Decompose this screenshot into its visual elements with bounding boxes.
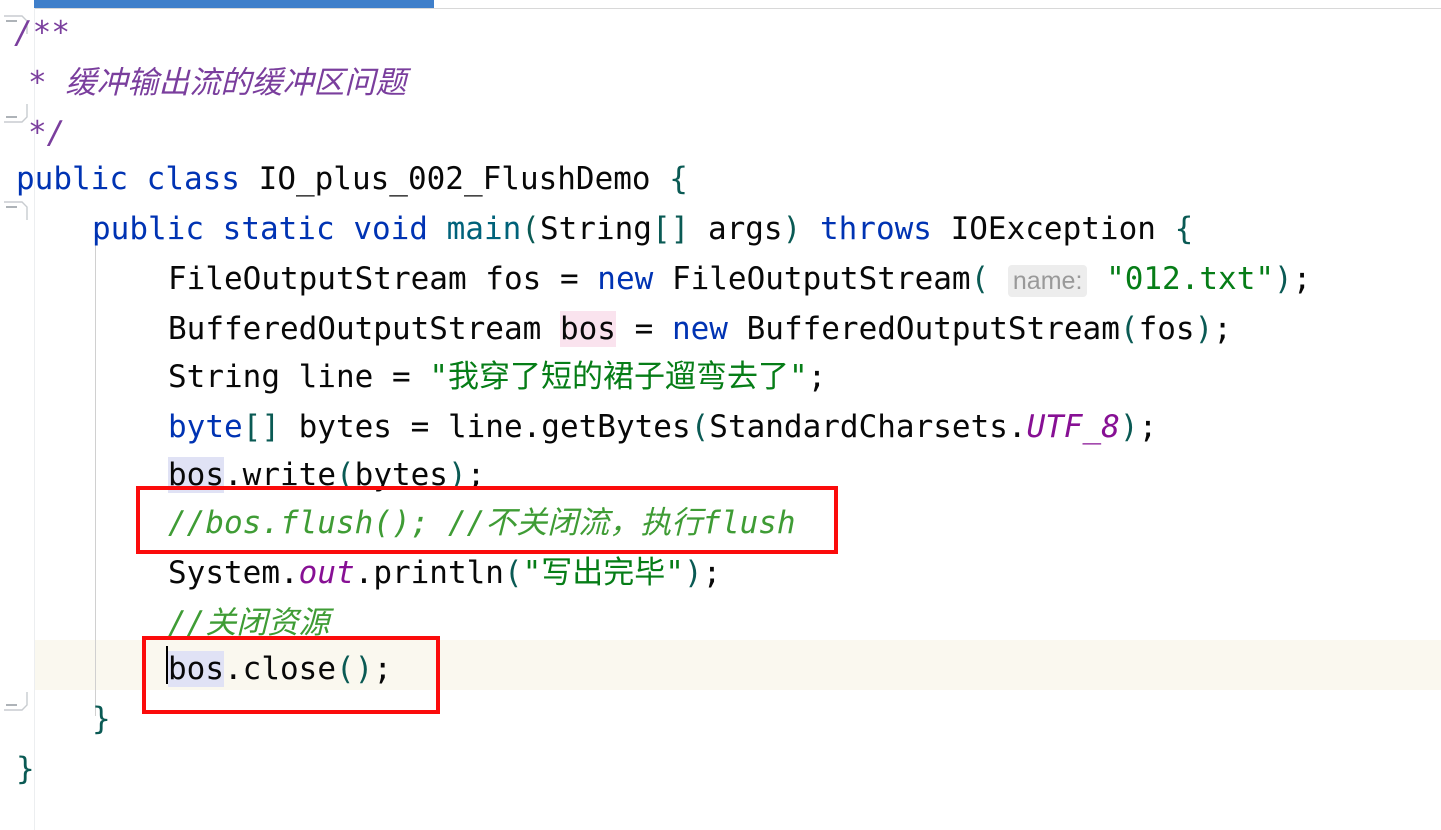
code-token-plain: String line xyxy=(168,359,392,395)
identifier-write-highlight: bos xyxy=(559,311,616,347)
code-token-plain: ; xyxy=(1138,409,1158,445)
code-token-brace: [] xyxy=(242,409,280,445)
code-token-plain: FileOutputStream fos xyxy=(168,261,560,297)
code-token-brace: ( xyxy=(970,261,990,297)
code-token-str: "012.txt" xyxy=(1106,261,1275,297)
code-token-doc: */ xyxy=(28,115,66,151)
code-token-str: "写出完毕" xyxy=(522,555,684,591)
line-string-literal[interactable]: String line = "我穿了短的裙子遛弯去了"; xyxy=(0,352,826,402)
line-method-close-brace[interactable]: } xyxy=(0,694,111,744)
line-javadoc-text[interactable]: * 缓冲输出流的缓冲区问题 xyxy=(0,58,406,108)
code-token-method: main xyxy=(446,211,522,247)
code-token-brace: ) xyxy=(1194,311,1214,347)
code-token-brace: ) xyxy=(683,555,703,591)
line-javadoc-open[interactable]: /** xyxy=(0,8,70,58)
code-token-plain: System. xyxy=(168,555,299,591)
line-javadoc-close[interactable]: */ xyxy=(0,108,65,158)
line-class-declaration[interactable]: public class IO_plus_002_FlushDemo { xyxy=(0,154,688,204)
code-token-doc: * xyxy=(28,65,66,101)
line-fileoutputstream[interactable]: FileOutputStream fos = new FileOutputStr… xyxy=(0,254,1311,304)
code-token-kw: byte xyxy=(168,409,243,445)
code-token-brace: ( xyxy=(503,555,523,591)
code-token-plain: line.getBytes xyxy=(429,409,691,445)
code-token-static: UTF_8 xyxy=(1026,409,1120,445)
code-token-brace: ) xyxy=(1119,409,1139,445)
code-token-doc: 缓冲输出流的缓冲区问题 xyxy=(65,65,407,101)
line-main-signature[interactable]: public static void main(String[] args) t… xyxy=(0,204,1193,254)
code-token-plain: BufferedOutputStream xyxy=(727,311,1120,347)
code-token-plain: fos xyxy=(1138,311,1195,347)
code-token-kw: class xyxy=(146,161,240,197)
parameter-name-hint: name: xyxy=(1007,265,1088,297)
code-token-kw: static xyxy=(222,211,335,247)
code-token-plain: ; xyxy=(1213,311,1232,347)
code-token-plain: StandardCharsets. xyxy=(709,409,1027,445)
code-token-brace: ( xyxy=(690,409,710,445)
code-token-brace: } xyxy=(92,701,111,737)
code-token-plain: BufferedOutputStream xyxy=(168,311,560,347)
code-token-plain: IO_plus_002_FlushDemo xyxy=(258,161,651,197)
code-token-plain: ; xyxy=(702,555,722,591)
annotation-box-close-line xyxy=(142,636,440,714)
code-token-brace: { xyxy=(669,161,688,197)
code-token-brace: ) xyxy=(782,211,802,247)
code-token-plain: .println xyxy=(354,555,504,591)
line-println[interactable]: System.out.println("写出完毕"); xyxy=(0,548,721,598)
code-token-kw: new xyxy=(671,311,728,347)
code-token-brace: { xyxy=(1174,211,1194,247)
code-token-kw: public xyxy=(16,161,128,197)
code-token-plain: = xyxy=(634,311,654,347)
code-token-brace: } xyxy=(16,751,35,787)
line-bufferedoutputstream[interactable]: BufferedOutputStream bos = new BufferedO… xyxy=(0,304,1232,354)
code-token-static: out xyxy=(298,555,355,591)
code-token-plain: args xyxy=(689,211,783,247)
code-editor-pane[interactable]: /** * 缓冲输出流的缓冲区问题 */public class IO_plus_0… xyxy=(0,0,1441,830)
code-token-kw: throws xyxy=(819,211,932,247)
annotation-box-flush-line xyxy=(136,486,838,554)
code-token-plain: bytes xyxy=(279,409,411,445)
code-token-kw: void xyxy=(353,211,428,247)
code-token-kw: new xyxy=(597,261,654,297)
line-class-close-brace[interactable]: } xyxy=(0,744,35,794)
code-token-brace: [] xyxy=(651,211,690,247)
line-getbytes[interactable]: byte[] bytes = line.getBytes(StandardCha… xyxy=(0,402,1157,452)
code-token-plain: FileOutputStream xyxy=(653,261,971,297)
code-token-kw: public xyxy=(92,211,204,247)
code-token-plain: ; xyxy=(807,359,827,395)
code-token-plain: String xyxy=(539,211,652,247)
code-token-plain: IOException xyxy=(931,211,1175,247)
active-tab-accent-bar xyxy=(34,0,434,8)
code-token-plain: ; xyxy=(1292,261,1312,297)
code-token-doc: /** xyxy=(14,15,70,51)
code-token-brace: ( xyxy=(521,211,540,247)
code-token-str: "我穿了短的裙子遛弯去了" xyxy=(429,359,808,395)
code-token-plain: = xyxy=(410,409,430,445)
code-token-plain: = xyxy=(559,261,579,297)
code-token-plain: = xyxy=(391,359,411,395)
code-token-brace: ( xyxy=(1119,311,1139,347)
code-token-brace: ) xyxy=(1274,261,1293,297)
